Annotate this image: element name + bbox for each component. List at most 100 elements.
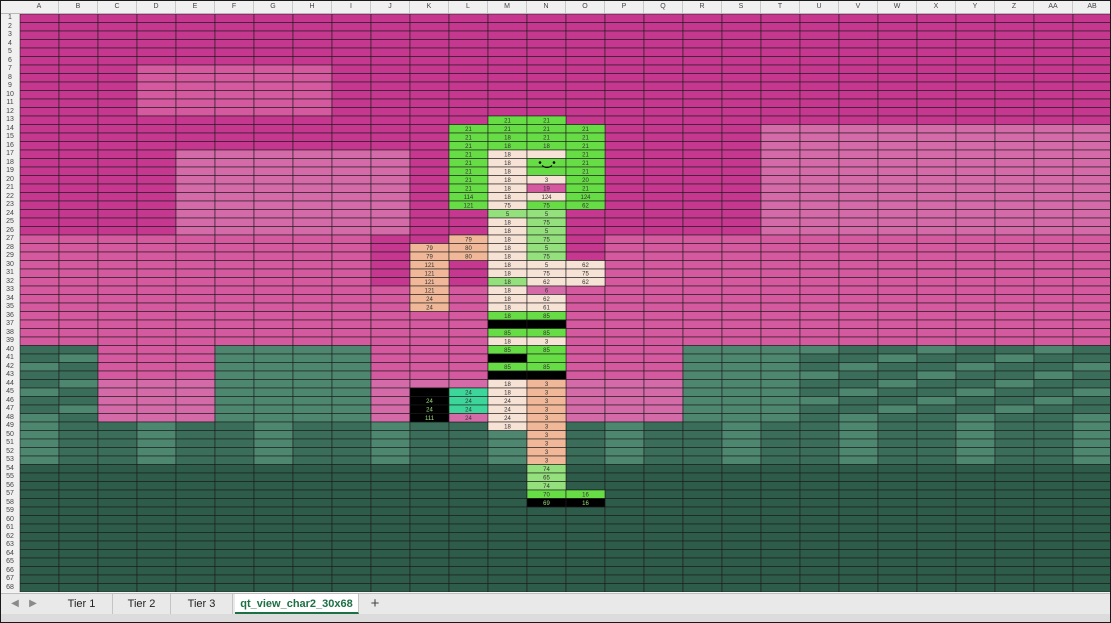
grid-cell[interactable]	[877, 39, 918, 49]
grid-cell[interactable]	[1033, 413, 1074, 423]
grid-cell[interactable]	[58, 234, 99, 244]
grid-cell[interactable]	[136, 107, 177, 117]
grid-cell[interactable]	[448, 421, 489, 431]
grid-cell[interactable]	[760, 336, 801, 346]
grid-cell[interactable]	[643, 47, 684, 57]
grid-cell[interactable]	[370, 115, 411, 125]
grid-cell[interactable]	[565, 302, 606, 312]
grid-cell[interactable]	[643, 311, 684, 321]
row-header-22[interactable]: 22	[1, 193, 19, 202]
row-header-55[interactable]: 55	[1, 473, 19, 482]
grid-cell[interactable]	[58, 132, 99, 142]
grid-cell[interactable]	[916, 64, 957, 74]
grid-cell[interactable]	[760, 583, 801, 593]
grid-cell[interactable]	[370, 302, 411, 312]
grid-cell[interactable]	[409, 472, 450, 482]
grid-cell[interactable]	[838, 574, 879, 584]
grid-cell[interactable]	[448, 73, 489, 83]
grid-cell[interactable]	[292, 362, 333, 372]
grid-cell[interactable]	[721, 200, 762, 210]
grid-cell[interactable]	[58, 149, 99, 159]
grid-cell[interactable]	[838, 481, 879, 491]
grid-cell[interactable]	[487, 574, 528, 584]
grid-cell[interactable]	[760, 464, 801, 474]
grid-cell[interactable]	[721, 277, 762, 287]
grid-cell[interactable]	[292, 192, 333, 202]
grid-cell[interactable]	[331, 64, 372, 74]
grid-cell[interactable]	[370, 107, 411, 117]
grid-cell[interactable]	[565, 549, 606, 559]
grid-cell[interactable]	[58, 328, 99, 338]
grid-cell[interactable]	[682, 98, 723, 108]
grid-cell[interactable]	[253, 217, 294, 227]
grid-cell[interactable]	[643, 438, 684, 448]
grid-cell[interactable]	[838, 345, 879, 355]
grid-cell[interactable]	[409, 124, 450, 134]
grid-cell[interactable]	[955, 404, 996, 414]
grid-cell[interactable]	[331, 430, 372, 440]
grid-cell[interactable]	[604, 319, 645, 329]
grid-cell[interactable]	[721, 574, 762, 584]
grid-cell[interactable]	[1072, 302, 1110, 312]
grid-cell[interactable]	[175, 243, 216, 253]
grid-cell[interactable]	[253, 362, 294, 372]
grid-cell[interactable]	[604, 557, 645, 567]
grid-cell[interactable]	[253, 557, 294, 567]
grid-cell[interactable]	[331, 489, 372, 499]
grid-cell[interactable]	[448, 583, 489, 593]
grid-cell[interactable]	[409, 370, 450, 380]
grid-cell[interactable]	[292, 379, 333, 389]
column-header-o[interactable]: O	[566, 1, 605, 13]
grid-cell[interactable]	[643, 336, 684, 346]
grid-cell[interactable]	[58, 387, 99, 397]
grid-cell[interactable]	[643, 574, 684, 584]
grid-cell[interactable]	[877, 90, 918, 100]
grid-cell[interactable]	[136, 549, 177, 559]
grid-cell[interactable]	[760, 294, 801, 304]
grid-cell[interactable]	[175, 14, 216, 23]
grid-cell[interactable]	[643, 132, 684, 142]
grid-cell[interactable]	[58, 345, 99, 355]
grid-cell[interactable]	[448, 22, 489, 32]
grid-cell[interactable]	[838, 14, 879, 23]
grid-cell[interactable]	[409, 566, 450, 576]
grid-cell[interactable]	[838, 183, 879, 193]
grid-cell[interactable]	[799, 22, 840, 32]
grid-cell[interactable]	[721, 132, 762, 142]
grid-cell[interactable]	[799, 430, 840, 440]
grid-cell[interactable]	[214, 345, 255, 355]
row-header-54[interactable]: 54	[1, 465, 19, 474]
grid-cell[interactable]	[97, 319, 138, 329]
grid-cell[interactable]	[994, 47, 1035, 57]
grid-cell[interactable]	[1072, 277, 1110, 287]
grid-cell[interactable]	[799, 124, 840, 134]
grid-cell[interactable]	[253, 200, 294, 210]
grid-cell[interactable]	[97, 81, 138, 91]
grid-cell[interactable]	[1072, 175, 1110, 185]
grid-cell[interactable]	[448, 39, 489, 49]
grid-cell[interactable]	[20, 353, 60, 363]
tab-tier-2[interactable]: Tier 2	[113, 594, 171, 614]
grid-cell[interactable]	[97, 370, 138, 380]
grid-cell[interactable]	[175, 124, 216, 134]
grid-cell[interactable]	[409, 183, 450, 193]
grid-cell[interactable]	[1033, 14, 1074, 23]
grid-cell[interactable]	[58, 515, 99, 525]
grid-cell[interactable]	[58, 574, 99, 584]
grid-cell[interactable]	[604, 438, 645, 448]
grid-cell[interactable]	[604, 166, 645, 176]
grid-cell[interactable]	[331, 328, 372, 338]
grid-cell[interactable]	[721, 532, 762, 542]
grid-cell[interactable]	[955, 396, 996, 406]
grid-cell[interactable]	[760, 81, 801, 91]
grid-cell[interactable]	[1033, 506, 1074, 516]
grid-cell[interactable]	[682, 532, 723, 542]
grid-cell[interactable]	[604, 421, 645, 431]
grid-cell[interactable]	[370, 583, 411, 593]
grid-cell[interactable]	[955, 574, 996, 584]
grid-cell[interactable]	[721, 14, 762, 23]
grid-cell[interactable]	[175, 311, 216, 321]
grid-cell[interactable]	[604, 464, 645, 474]
grid-cell[interactable]	[760, 498, 801, 508]
grid-cell[interactable]	[409, 336, 450, 346]
